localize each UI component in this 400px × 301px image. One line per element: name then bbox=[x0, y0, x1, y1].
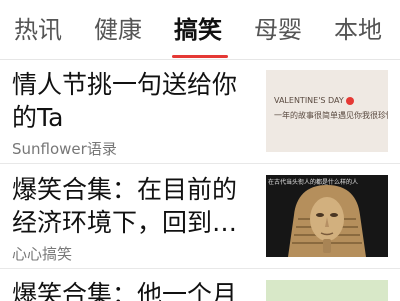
card-title[interactable]: 爆笑合集：在目前的经济环境下，回到… bbox=[12, 173, 257, 239]
card-title[interactable]: 情人节挑一句送给你的Ta bbox=[12, 68, 257, 134]
thumbnail-caption: 一年的故事很简单遇见你我很珍惜 bbox=[274, 111, 388, 120]
card-thumbnail[interactable] bbox=[266, 280, 388, 301]
tab-health[interactable]: 健康 bbox=[94, 12, 142, 48]
feed-card[interactable]: 爆笑合集：在目前的经济环境下，回到… 心心搞笑 在古代当头衔人的都是什么样的人 bbox=[0, 165, 400, 269]
thumbnail-caption: VALENTINE'S DAY bbox=[274, 96, 344, 105]
tab-news[interactable]: 热讯 bbox=[14, 12, 62, 48]
card-thumbnail[interactable]: VALENTINE'S DAY 一年的故事很简单遇见你我很珍惜 bbox=[266, 70, 388, 152]
feed-card[interactable]: 爆笑合集：他一个月 bbox=[0, 270, 400, 301]
pharaoh-statue-image bbox=[288, 185, 366, 257]
card-thumbnail[interactable]: 在古代当头衔人的都是什么样的人 bbox=[266, 175, 388, 257]
feed-card[interactable]: 情人节挑一句送给你的Ta Sunflower语录 VALENTINE'S DAY… bbox=[0, 60, 400, 164]
tab-local[interactable]: 本地 bbox=[334, 12, 382, 48]
card-source: 心心搞笑 bbox=[12, 245, 73, 263]
news-feed: 情人节挑一句送给你的Ta Sunflower语录 VALENTINE'S DAY… bbox=[0, 60, 400, 301]
category-tab-bar: 热讯 健康 搞笑 母婴 本地 bbox=[0, 0, 400, 60]
tab-funny[interactable]: 搞笑 bbox=[174, 12, 222, 48]
card-title[interactable]: 爆笑合集：他一个月 bbox=[12, 278, 257, 301]
tab-mother-baby[interactable]: 母婴 bbox=[254, 12, 302, 48]
active-tab-indicator bbox=[172, 55, 228, 58]
card-source: Sunflower语录 bbox=[12, 140, 117, 158]
heart-icon bbox=[345, 96, 354, 105]
